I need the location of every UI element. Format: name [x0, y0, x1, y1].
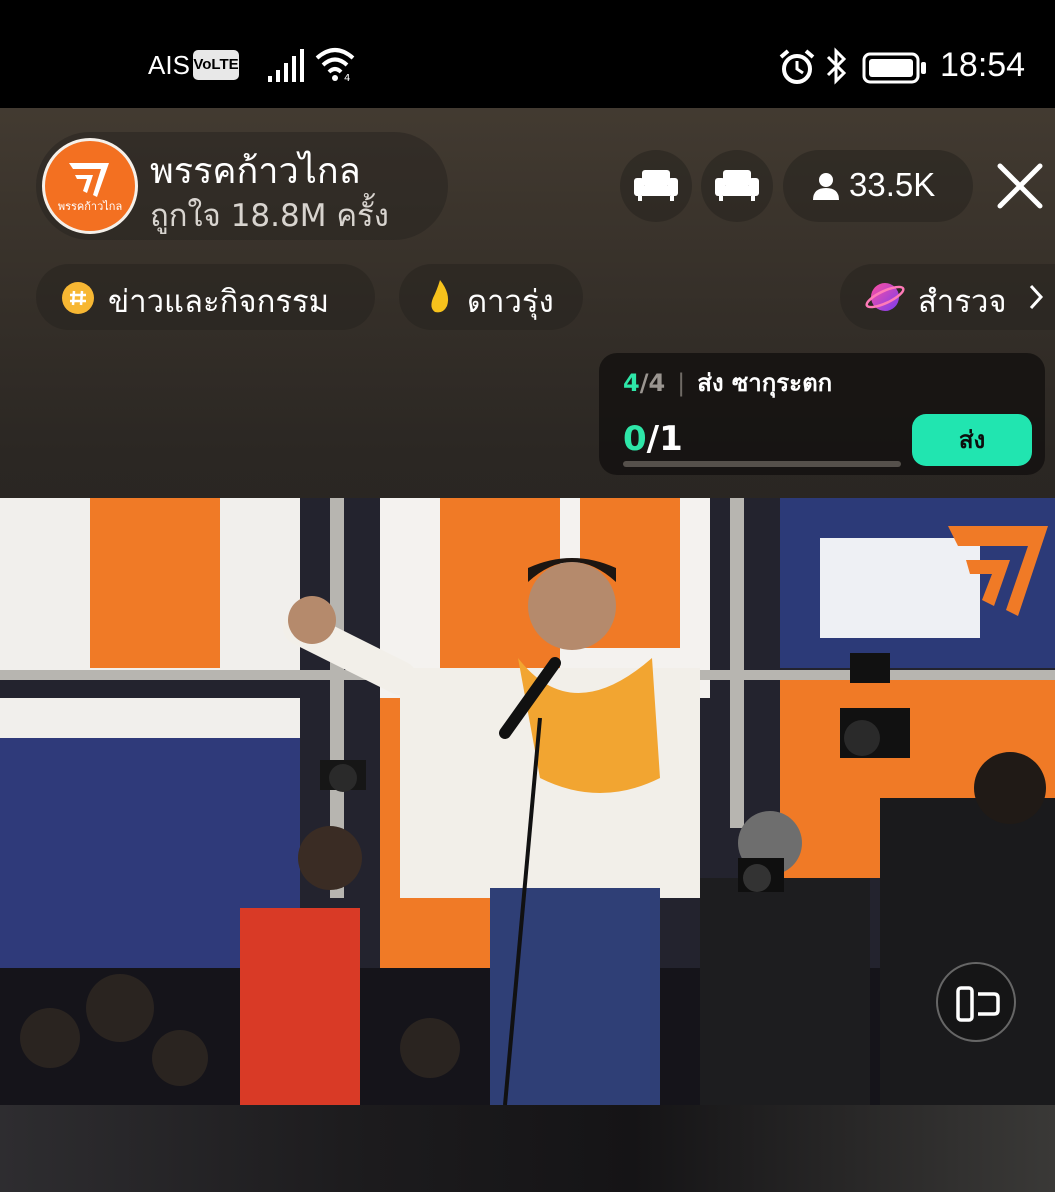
- picture-in-picture-icon: [956, 986, 1000, 1022]
- avatar[interactable]: พรรคก้าวไกล: [42, 138, 138, 234]
- tag-explore-label: สำรวจ: [918, 284, 1007, 320]
- task-header: 4/4 | ส่ง ซากุระตก: [623, 363, 832, 402]
- live-stream-screen: AIS VoLTE 4 18:54 พรรคก้าวไกล พรรคก้าวไก…: [0, 0, 1055, 1192]
- tag-explore[interactable]: สำรวจ: [840, 264, 1055, 330]
- carrier-label: AIS: [148, 50, 190, 80]
- svg-text:4: 4: [344, 73, 350, 82]
- alarm-icon: [779, 49, 815, 84]
- bluetooth-icon: [826, 47, 847, 85]
- seat-button-2[interactable]: [701, 150, 773, 222]
- video-frame: [0, 498, 1055, 1105]
- person-icon: [813, 173, 839, 200]
- bottom-panel: [0, 1105, 1055, 1192]
- viewer-count[interactable]: 33.5K: [783, 150, 973, 222]
- tag-rising-label: ดาวรุ่ง: [467, 284, 554, 320]
- task-step-total: /4: [639, 369, 666, 397]
- sofa-icon: [715, 170, 759, 201]
- close-icon[interactable]: [994, 160, 1046, 212]
- battery-icon: [862, 52, 926, 84]
- gift-task-card: 4/4 | ส่ง ซากุระตก 0/1 ส่ง: [599, 353, 1045, 475]
- live-video[interactable]: [0, 498, 1055, 1105]
- clock: 18:54: [940, 46, 1026, 84]
- viewer-count-label: 33.5K: [849, 166, 936, 203]
- task-progress-bar: [623, 461, 901, 467]
- avatar-caption: พรรคก้าวไกล: [57, 200, 123, 213]
- planet-icon: [865, 283, 905, 311]
- wifi-icon: 4: [315, 48, 355, 82]
- task-progress-current: 0: [623, 419, 647, 459]
- task-separator: |: [677, 369, 686, 397]
- task-label: ส่ง ซากุระตก: [697, 369, 833, 397]
- tag-news-events[interactable]: ข่าวและกิจกรรม: [36, 264, 375, 330]
- seat-button[interactable]: [620, 150, 692, 222]
- task-progress: 0/1: [623, 419, 683, 459]
- sofa-icon: [634, 170, 678, 201]
- tag-news-label: ข่าวและกิจกรรม: [108, 284, 330, 320]
- channel-watermark-logo: [948, 526, 1048, 616]
- task-step-current: 4: [623, 369, 640, 397]
- status-bar: AIS VoLTE 4 18:54: [0, 0, 1055, 108]
- mini-player-button[interactable]: [936, 962, 1016, 1042]
- hashtag-icon: [62, 282, 94, 314]
- flame-icon: [431, 280, 449, 313]
- signal-icon: [268, 49, 304, 82]
- tag-rising-star[interactable]: ดาวรุ่ง: [399, 264, 583, 330]
- party-logo-icon: [69, 163, 109, 197]
- channel-likes: ถูกใจ 18.8M ครั้ง: [150, 198, 389, 234]
- chevron-right-icon: [1029, 284, 1044, 310]
- volte-badge: VoLTE: [193, 50, 239, 80]
- task-progress-total: /1: [646, 419, 683, 459]
- send-gift-button[interactable]: ส่ง: [912, 414, 1032, 466]
